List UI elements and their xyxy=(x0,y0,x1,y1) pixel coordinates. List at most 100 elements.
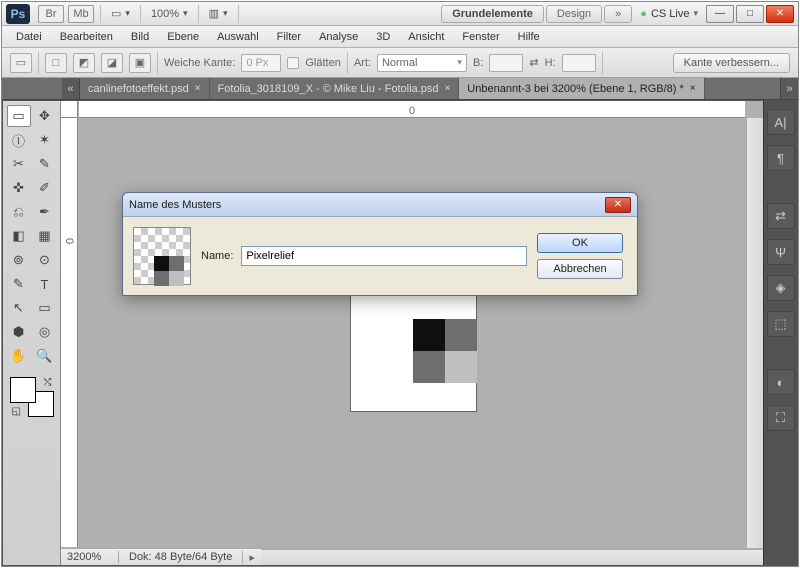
bridge-button[interactable]: Br xyxy=(38,5,64,23)
scrollbar-horizontal[interactable] xyxy=(261,549,763,566)
pixel xyxy=(413,351,445,383)
foreground-color[interactable] xyxy=(10,377,36,403)
arrange-dropdown[interactable]: ▥ xyxy=(203,5,234,23)
cancel-button[interactable]: Abbrechen xyxy=(537,259,623,279)
ruler-origin[interactable] xyxy=(61,101,78,118)
feather-input[interactable]: 0 Px xyxy=(241,54,281,72)
maximize-button[interactable]: □ xyxy=(736,5,764,23)
feather-label: Weiche Kante: xyxy=(164,57,235,69)
doc-info[interactable]: Dok: 48 Byte/64 Byte xyxy=(119,551,243,563)
workspace-design[interactable]: Design xyxy=(546,5,602,23)
blur-tool[interactable]: ⊚ xyxy=(7,249,31,271)
eraser-tool[interactable]: ◧ xyxy=(7,225,31,247)
paragraph-panel-icon[interactable]: ¶ xyxy=(767,145,795,171)
pen-tool[interactable]: ✎ xyxy=(7,273,31,295)
tab-close-icon[interactable]: × xyxy=(690,83,696,94)
gradient-tool[interactable]: ▦ xyxy=(33,225,57,247)
selection-new-icon[interactable]: □ xyxy=(45,53,67,73)
ruler-vertical[interactable]: 0 xyxy=(61,118,78,547)
scrollbar-vertical[interactable] xyxy=(746,118,763,548)
pattern-name-input[interactable] xyxy=(241,246,527,266)
swatches-panel-icon[interactable]: ◈ xyxy=(767,275,795,301)
menu-ansicht[interactable]: Ansicht xyxy=(400,28,452,46)
workspace-grundelemente[interactable]: Grundelemente xyxy=(441,5,544,23)
menu-bar: Datei Bearbeiten Bild Ebene Auswahl Filt… xyxy=(2,26,798,48)
menu-ebene[interactable]: Ebene xyxy=(159,28,207,46)
canvas-area[interactable]: 0 0 3200% Dok: 48 Byte/64 Byte ▸ xyxy=(61,101,763,565)
shape-tool[interactable]: ▭ xyxy=(33,297,57,319)
ruler-horizontal[interactable]: 0 xyxy=(79,101,745,118)
brush-tool[interactable]: ✐ xyxy=(33,177,57,199)
layers-panel-icon[interactable]: ⬚ xyxy=(767,311,795,337)
close-button[interactable]: ✕ xyxy=(766,5,794,23)
document-canvas[interactable] xyxy=(351,291,476,411)
document-tab[interactable]: Fotolia_3018109_X - © Mike Liu - Fotolia… xyxy=(210,78,460,99)
menu-3d[interactable]: 3D xyxy=(368,28,398,46)
navigator-panel-icon[interactable]: ⇄ xyxy=(767,203,795,229)
document-tab[interactable]: Unbenannt-3 bei 3200% (Ebene 1, RGB/8) *… xyxy=(459,78,704,99)
move-tool[interactable]: ✥ xyxy=(33,105,57,127)
status-bar: 3200% Dok: 48 Byte/64 Byte ▸ xyxy=(61,548,763,565)
swap-colors-icon[interactable]: ⤭ xyxy=(44,377,52,388)
preview-pixel xyxy=(154,256,169,271)
styles-panel-icon[interactable]: ⛶ xyxy=(767,405,795,431)
minimize-button[interactable]: — xyxy=(706,5,734,23)
type-tool[interactable]: T xyxy=(33,273,57,295)
character-panel-icon[interactable]: A| xyxy=(767,109,795,135)
tools-panel: ▭✥ ⓛ✶ ✂✎ ✜✐ ⎌✒ ◧▦ ⊚⊙ ✎T ↖▭ ⬢◎ ✋🔍 ⤭ ◱ xyxy=(3,101,61,565)
zoom-tool[interactable]: 🔍 xyxy=(33,345,57,367)
default-colors-icon[interactable]: ◱ xyxy=(12,406,21,417)
lasso-tool[interactable]: ⓛ xyxy=(7,129,31,151)
menu-analyse[interactable]: Analyse xyxy=(311,28,366,46)
3d-tool[interactable]: ⬢ xyxy=(7,321,31,343)
antialias-label: Glätten xyxy=(305,57,340,69)
minibridge-button[interactable]: Mb xyxy=(68,5,94,23)
magic-wand-tool[interactable]: ✶ xyxy=(33,129,57,151)
marquee-tool-icon[interactable]: ▭ xyxy=(10,53,32,73)
hand-tool[interactable]: ✋ xyxy=(7,345,31,367)
menu-datei[interactable]: Datei xyxy=(8,28,50,46)
3d-camera-tool[interactable]: ◎ xyxy=(33,321,57,343)
menu-bearbeiten[interactable]: Bearbeiten xyxy=(52,28,121,46)
selection-subtract-icon[interactable]: ◪ xyxy=(101,53,123,73)
crop-tool[interactable]: ✂ xyxy=(7,153,31,175)
width-label: B: xyxy=(473,57,483,69)
zoom-dropdown[interactable]: 100% xyxy=(145,5,194,23)
tab-scroll-right[interactable]: » xyxy=(780,78,798,99)
color-swatches[interactable]: ⤭ ◱ xyxy=(10,377,54,417)
menu-hilfe[interactable]: Hilfe xyxy=(510,28,548,46)
zoom-field[interactable]: 3200% xyxy=(61,551,119,563)
menu-fenster[interactable]: Fenster xyxy=(454,28,507,46)
menu-auswahl[interactable]: Auswahl xyxy=(209,28,267,46)
dialog-title: Name des Musters xyxy=(129,199,221,211)
selection-add-icon[interactable]: ◩ xyxy=(73,53,95,73)
dialog-close-button[interactable]: ✕ xyxy=(605,197,631,213)
screen-mode-dropdown[interactable]: ▭ xyxy=(105,5,136,23)
refine-edge-button[interactable]: Kante verbessern... xyxy=(673,53,790,73)
menu-filter[interactable]: Filter xyxy=(269,28,309,46)
tab-close-icon[interactable]: × xyxy=(444,83,450,94)
antialias-checkbox xyxy=(287,57,299,69)
brushes-panel-icon[interactable]: Ψ xyxy=(767,239,795,265)
dialog-titlebar[interactable]: Name des Musters ✕ xyxy=(123,193,637,217)
swap-wh-icon: ⇄ xyxy=(529,56,538,69)
adjustments-panel-icon[interactable]: ◐ xyxy=(767,369,795,395)
path-select-tool[interactable]: ↖ xyxy=(7,297,31,319)
style-select[interactable]: Normal xyxy=(377,54,467,72)
doc-info-menu-icon[interactable]: ▸ xyxy=(243,551,261,564)
tab-scroll-left[interactable]: « xyxy=(62,78,80,99)
clone-tool[interactable]: ⎌ xyxy=(7,201,31,223)
ok-button[interactable]: OK xyxy=(537,233,623,253)
eyedropper-tool[interactable]: ✎ xyxy=(33,153,57,175)
document-tab[interactable]: canlinefotoeffekt.psd× xyxy=(80,78,210,99)
menu-bild[interactable]: Bild xyxy=(123,28,157,46)
cslive-dropdown[interactable]: CS Live xyxy=(640,8,698,20)
workspace-more[interactable]: » xyxy=(604,5,632,23)
history-brush-tool[interactable]: ✒ xyxy=(33,201,57,223)
dodge-tool[interactable]: ⊙ xyxy=(33,249,57,271)
healing-tool[interactable]: ✜ xyxy=(7,177,31,199)
tab-close-icon[interactable]: × xyxy=(195,83,201,94)
marquee-tool[interactable]: ▭ xyxy=(7,105,31,127)
selection-intersect-icon[interactable]: ▣ xyxy=(129,53,151,73)
pattern-preview xyxy=(133,227,191,285)
